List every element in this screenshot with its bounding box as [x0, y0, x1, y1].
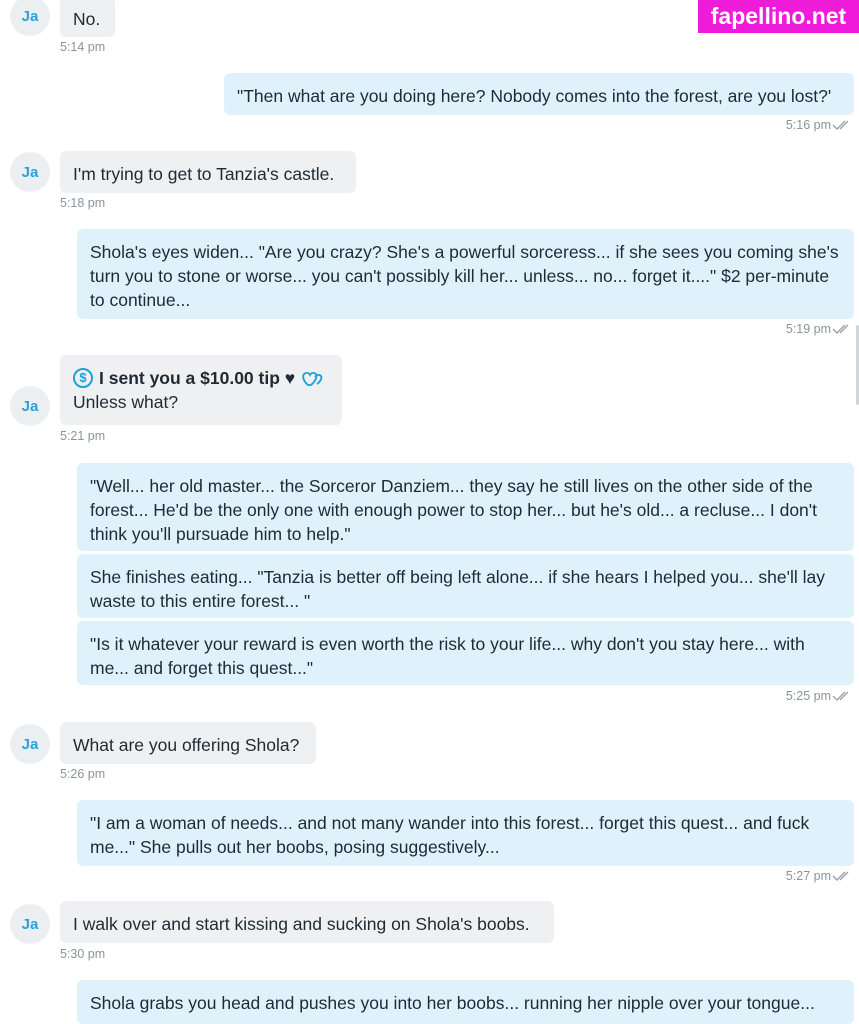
message-timestamp: 5:16 pm: [785, 118, 831, 132]
tip-text: I sent you a $10.00 tip ♥: [99, 368, 296, 388]
message-timestamp: 5:27 pm: [785, 869, 831, 883]
dollar-coin-icon: $: [73, 368, 93, 388]
avatar[interactable]: Ja: [10, 0, 50, 36]
message-timestamp: 5:19 pm: [785, 322, 831, 336]
incoming-message[interactable]: What are you offering Shola?: [60, 722, 316, 764]
incoming-message[interactable]: I'm trying to get to Tanzia's castle.: [60, 151, 356, 193]
message-timestamp: 5:18 pm: [60, 196, 106, 210]
message-timestamp: 5:21 pm: [60, 429, 106, 443]
outgoing-message[interactable]: "Well... her old master... the Sorceror …: [77, 463, 854, 551]
outgoing-message[interactable]: "Then what are you doing here? Nobody co…: [224, 73, 854, 115]
read-receipt-icon: [832, 120, 849, 130]
incoming-tip-message[interactable]: $ I sent you a $10.00 tip ♥ Unless what?: [60, 355, 342, 425]
outgoing-message[interactable]: Shola grabs you head and pushes you into…: [77, 980, 854, 1024]
outgoing-message[interactable]: "I am a woman of needs... and not many w…: [77, 800, 854, 866]
outgoing-message[interactable]: "Is it whatever your reward is even wort…: [77, 621, 854, 685]
message-timestamp: 5:26 pm: [60, 767, 106, 781]
message-timestamp: 5:25 pm: [785, 689, 831, 703]
hearts-icon: [302, 372, 323, 386]
outgoing-message[interactable]: Shola's eyes widen... "Are you crazy? Sh…: [77, 229, 854, 319]
read-receipt-icon: [832, 324, 849, 334]
outgoing-message[interactable]: She finishes eating... "Tanzia is better…: [77, 554, 854, 618]
avatar[interactable]: Ja: [10, 386, 50, 426]
message-timestamp: 5:14 pm: [60, 40, 106, 54]
avatar[interactable]: Ja: [10, 904, 50, 944]
message-timestamp: 5:30 pm: [60, 947, 106, 961]
avatar[interactable]: Ja: [10, 724, 50, 764]
tip-line: $ I sent you a $10.00 tip ♥: [73, 366, 329, 390]
read-receipt-icon: [832, 691, 849, 701]
incoming-message[interactable]: I walk over and start kissing and suckin…: [60, 901, 554, 943]
read-receipt-icon: [832, 871, 849, 881]
message-text: Unless what?: [73, 392, 179, 412]
avatar[interactable]: Ja: [10, 152, 50, 192]
incoming-message[interactable]: No.: [60, 0, 115, 37]
watermark: fapellino.net: [698, 0, 859, 33]
